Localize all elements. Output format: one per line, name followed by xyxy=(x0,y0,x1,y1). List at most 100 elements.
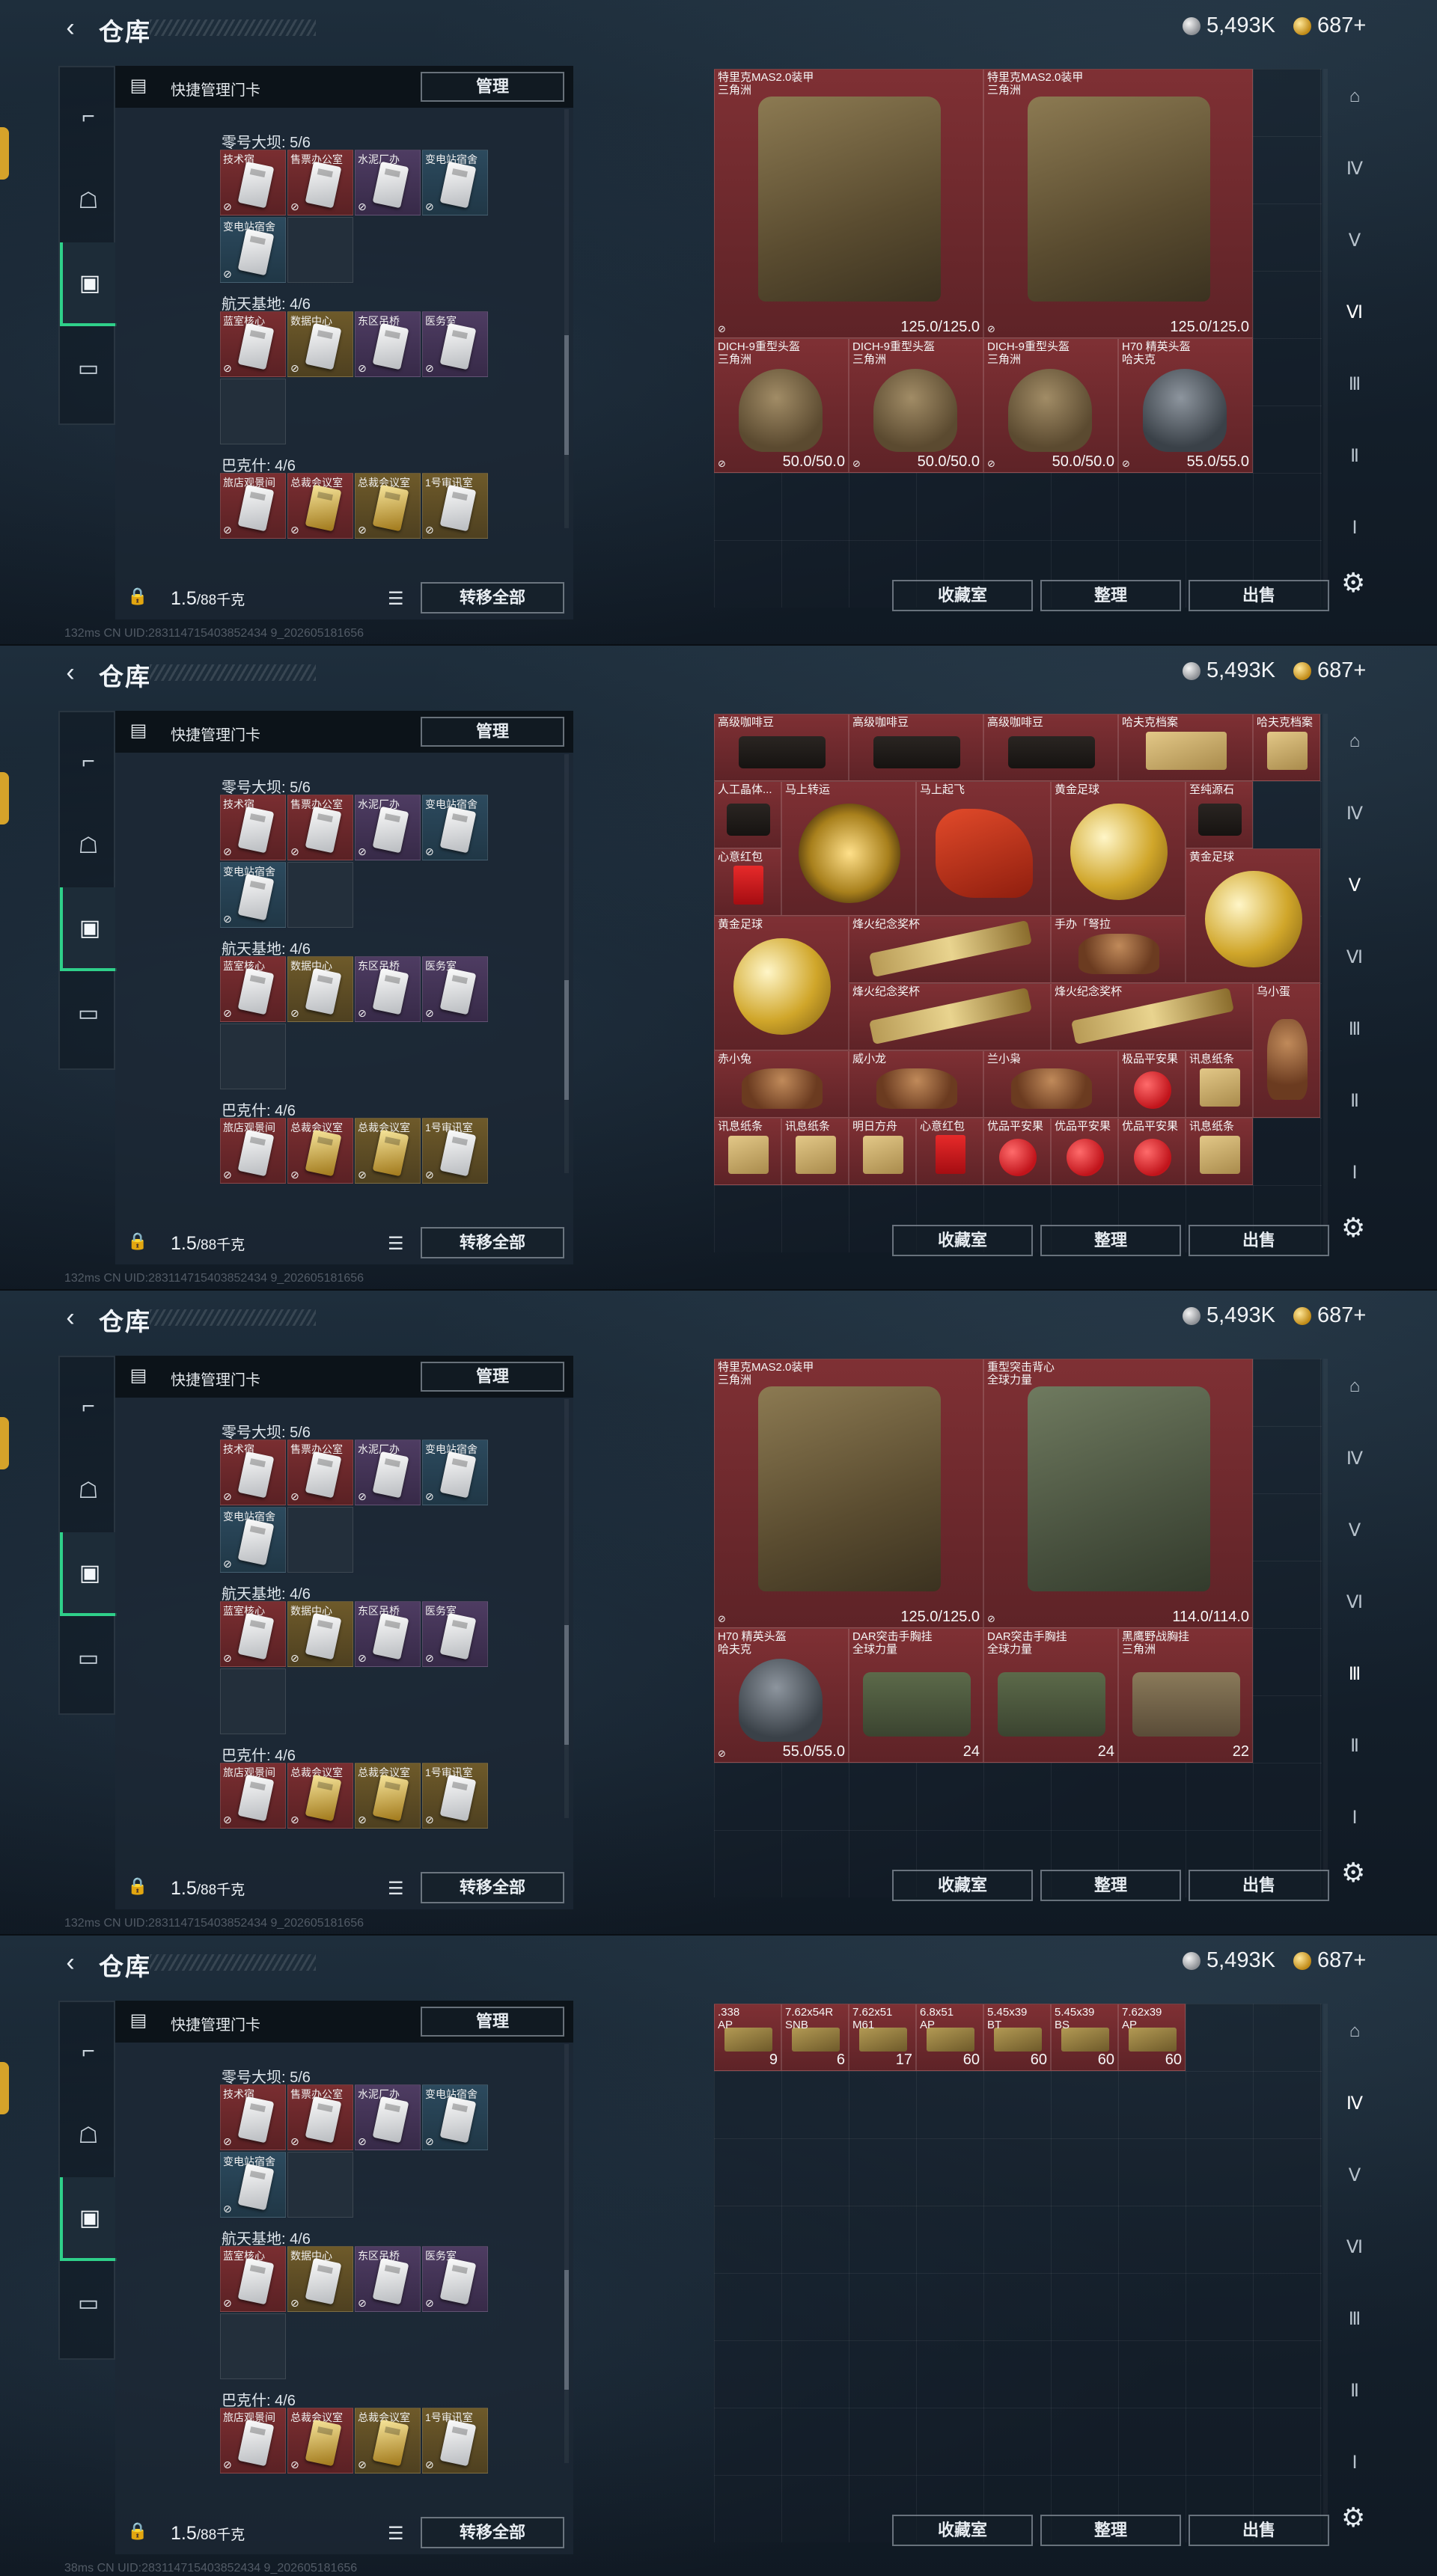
keycard-slot[interactable]: 1号审讯室 ⊘ xyxy=(422,2408,488,2473)
inventory-item[interactable]: 烽火纪念奖杯 xyxy=(849,916,1051,983)
keycard-slot[interactable]: 旅店观景间 ⊘ xyxy=(220,1763,286,1829)
inventory-item[interactable]: 讯息纸条 xyxy=(714,1118,781,1185)
inventory-item[interactable]: 乌小蛋 xyxy=(1253,983,1320,1118)
keycard-slot[interactable]: 水泥厂办 ⊘ xyxy=(355,795,421,860)
keycard-slot[interactable]: 水泥厂办 ⊘ xyxy=(355,150,421,215)
keycard-slot[interactable]: 蓝室核心 ⊘ xyxy=(220,2246,286,2312)
keycard-slot[interactable]: 数据中心 ⊘ xyxy=(287,956,353,1022)
empty-keycard-slot[interactable] xyxy=(287,217,353,283)
keycard-slot[interactable]: 售票办公室 ⊘ xyxy=(287,150,353,215)
edge-tab[interactable] xyxy=(0,2062,9,2114)
inventory-item[interactable]: 黄金足球 xyxy=(714,916,849,1050)
inventory-item[interactable]: 哈夫克档案 xyxy=(1118,714,1253,781)
armor-filter-button[interactable]: Ⅵ xyxy=(1335,292,1374,332)
empty-keycard-slot[interactable] xyxy=(220,2313,286,2379)
inventory-item[interactable]: 优品平安果 xyxy=(983,1118,1051,1185)
armor-filter-button[interactable]: ⌂ xyxy=(1335,76,1374,117)
armor-filter-button[interactable]: Ⅳ xyxy=(1335,2083,1374,2123)
sort-button[interactable]: 整理 xyxy=(1040,2515,1181,2546)
inventory-item[interactable]: 至纯源石 xyxy=(1186,781,1253,848)
nav-case-tab[interactable]: ▭ xyxy=(60,971,117,1055)
keycard-scrollbar[interactable] xyxy=(564,109,569,528)
manage-button[interactable]: 管理 xyxy=(421,717,564,747)
nav-equipment-tab[interactable]: ☖ xyxy=(60,804,117,887)
armor-filter-button[interactable]: Ⅰ xyxy=(1335,507,1374,548)
list-icon[interactable]: ☰ xyxy=(388,588,404,610)
armor-filter-button[interactable]: Ⅴ xyxy=(1335,220,1374,260)
nav-case-tab[interactable]: ▭ xyxy=(60,2261,117,2345)
inventory-item[interactable]: 烽火纪念奖杯 xyxy=(1051,983,1253,1050)
sort-button[interactable]: 整理 xyxy=(1040,1225,1181,1256)
nav-weapons-tab[interactable]: ⌐ xyxy=(60,1365,117,1448)
armor-filter-button[interactable]: Ⅳ xyxy=(1335,793,1374,833)
armor-filter-button[interactable]: Ⅲ xyxy=(1335,2298,1374,2339)
keycard-slot[interactable]: 技术宿 ⊘ xyxy=(220,1440,286,1505)
nav-equipment-tab[interactable]: ☖ xyxy=(60,159,117,242)
keycard-slot[interactable]: 总裁会议室 ⊘ xyxy=(355,473,421,539)
keycard-slot[interactable]: 1号审讯室 ⊘ xyxy=(422,1118,488,1184)
empty-keycard-slot[interactable] xyxy=(220,1024,286,1089)
inventory-item[interactable]: 威小龙 xyxy=(849,1050,983,1118)
keycard-slot[interactable]: 水泥厂办 ⊘ xyxy=(355,1440,421,1505)
armor-filter-button[interactable]: Ⅳ xyxy=(1335,1438,1374,1478)
keycard-slot[interactable]: 总裁会议室 ⊘ xyxy=(355,2408,421,2473)
inventory-item[interactable]: H70 精英头盔 哈夫克 55.0/55.0 ⊘ xyxy=(1118,338,1253,473)
armor-filter-button[interactable]: Ⅳ xyxy=(1335,148,1374,189)
armor-filter-button[interactable]: Ⅰ xyxy=(1335,1797,1374,1838)
edge-tab[interactable] xyxy=(0,1417,9,1469)
armor-filter-button[interactable]: Ⅱ xyxy=(1335,435,1374,476)
inventory-item[interactable]: DICH-9重型头盔 三角洲 50.0/50.0 ⊘ xyxy=(714,338,849,473)
keycard-slot[interactable]: 1号审讯室 ⊘ xyxy=(422,473,488,539)
inventory-item[interactable]: 讯息纸条 xyxy=(1186,1050,1253,1118)
collection-room-button[interactable]: 收藏室 xyxy=(892,580,1033,611)
back-button[interactable]: ‹ xyxy=(54,655,87,690)
keycard-slot[interactable]: 售票办公室 ⊘ xyxy=(287,795,353,860)
inventory-item[interactable]: 5.45x39 BS 60 xyxy=(1051,2004,1118,2071)
transfer-all-button[interactable]: 转移全部 xyxy=(421,1227,564,1258)
nav-keycard-tab[interactable]: ▣ xyxy=(60,887,117,971)
inventory-item[interactable]: 7.62x39 AP 60 xyxy=(1118,2004,1186,2071)
inventory-item[interactable]: .338 AP 9 xyxy=(714,2004,781,2071)
list-icon[interactable]: ☰ xyxy=(388,1233,404,1255)
keycard-slot[interactable]: 旅店观景间 ⊘ xyxy=(220,473,286,539)
keycard-slot[interactable]: 技术宿 ⊘ xyxy=(220,2084,286,2150)
keycard-scrollbar[interactable] xyxy=(564,2044,569,2463)
keycard-slot[interactable]: 售票办公室 ⊘ xyxy=(287,2084,353,2150)
inventory-item[interactable]: 高级咖啡豆 xyxy=(983,714,1118,781)
armor-filter-button[interactable]: Ⅵ xyxy=(1335,937,1374,977)
settings-gear-icon[interactable]: ⚙ xyxy=(1341,1857,1365,1888)
collection-room-button[interactable]: 收藏室 xyxy=(892,1225,1033,1256)
nav-keycard-tab[interactable]: ▣ xyxy=(60,2177,117,2261)
keycard-slot[interactable]: 技术宿 ⊘ xyxy=(220,795,286,860)
keycard-scrollbar[interactable] xyxy=(564,1399,569,1818)
inventory-item[interactable]: 5.45x39 BT 60 xyxy=(983,2004,1051,2071)
inventory-item[interactable]: 高级咖啡豆 xyxy=(849,714,983,781)
inventory-item[interactable]: 赤小兔 xyxy=(714,1050,849,1118)
keycard-slot[interactable]: 变电站宿舍 ⊘ xyxy=(422,795,488,860)
armor-filter-button[interactable]: Ⅴ xyxy=(1335,865,1374,905)
keycard-slot[interactable]: 医务室 ⊘ xyxy=(422,2246,488,2312)
armor-filter-button[interactable]: Ⅰ xyxy=(1335,2442,1374,2482)
inventory-item[interactable]: 6.8x51 AP 60 xyxy=(916,2004,983,2071)
inventory-item[interactable]: DICH-9重型头盔 三角洲 50.0/50.0 ⊘ xyxy=(983,338,1118,473)
keycard-scroll-thumb[interactable] xyxy=(564,335,569,455)
armor-filter-button[interactable]: Ⅵ xyxy=(1335,1582,1374,1622)
keycard-slot[interactable]: 东区吊桥 ⊘ xyxy=(355,311,421,377)
manage-button[interactable]: 管理 xyxy=(421,2007,564,2037)
keycard-slot[interactable]: 技术宿 ⊘ xyxy=(220,150,286,215)
grid-scrollbar[interactable] xyxy=(1323,69,1328,608)
inventory-item[interactable]: 心意红包 xyxy=(714,848,781,916)
keycard-slot[interactable]: 数据中心 ⊘ xyxy=(287,2246,353,2312)
transfer-all-button[interactable]: 转移全部 xyxy=(421,1872,564,1903)
keycard-slot[interactable]: 变电站宿舍 ⊘ xyxy=(422,150,488,215)
armor-filter-button[interactable]: Ⅱ xyxy=(1335,1080,1374,1121)
grid-scrollbar[interactable] xyxy=(1323,1359,1328,1897)
keycard-slot[interactable]: 东区吊桥 ⊘ xyxy=(355,956,421,1022)
sort-button[interactable]: 整理 xyxy=(1040,580,1181,611)
inventory-item[interactable]: 明日方舟 xyxy=(849,1118,916,1185)
inventory-item[interactable]: 讯息纸条 xyxy=(781,1118,849,1185)
empty-keycard-slot[interactable] xyxy=(287,862,353,928)
manage-button[interactable]: 管理 xyxy=(421,72,564,102)
sell-button[interactable]: 出售 xyxy=(1189,2515,1329,2546)
inventory-item[interactable]: 兰小枭 xyxy=(983,1050,1118,1118)
